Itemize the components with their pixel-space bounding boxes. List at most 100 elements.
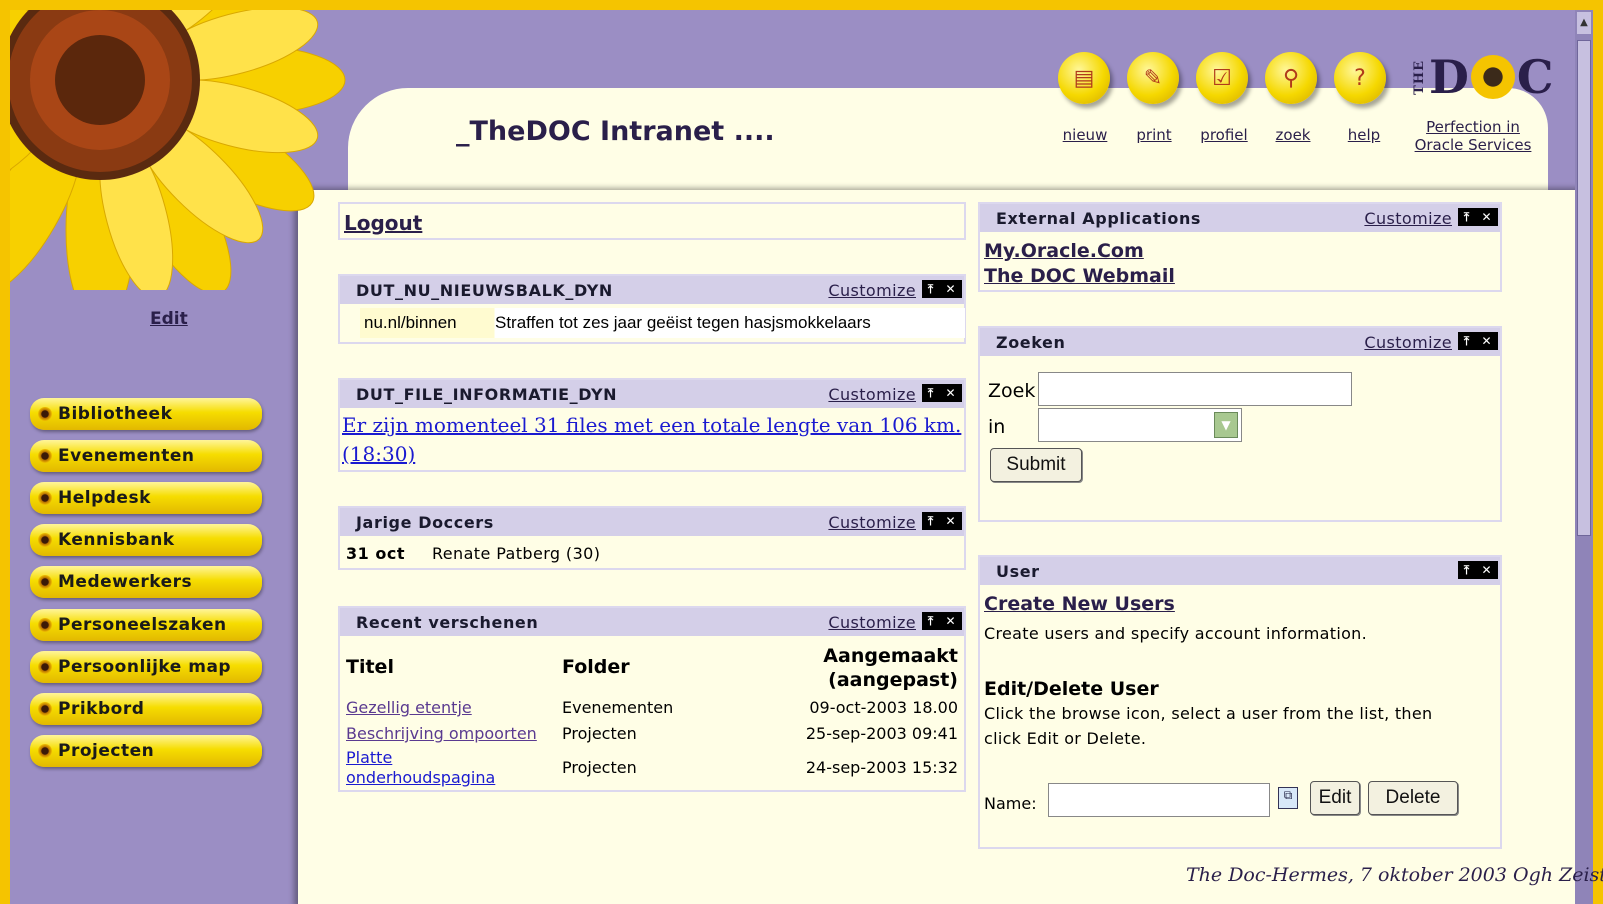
recent-title-link[interactable]: Gezellig etentje	[346, 698, 472, 717]
minimize-icon[interactable]: ⤒	[1464, 210, 1470, 225]
traffic-info-text: Er zijn momenteel 31 files met een total…	[342, 413, 962, 437]
recent-portlet: Recent verschenen Customize ⤒ ✕ Titel Fol…	[338, 606, 966, 792]
chevron-down-icon[interactable]: ▼	[1214, 412, 1238, 438]
help-glyph: ?	[1354, 65, 1366, 91]
sunflower-bullet-icon	[38, 618, 52, 632]
print-icon[interactable]: ✎	[1127, 52, 1179, 104]
search-icon[interactable]: ⚲	[1265, 52, 1317, 104]
logo-tagline-link[interactable]: Perfection in Oracle Services	[1405, 118, 1541, 154]
nav-link-profiel[interactable]: profiel	[1196, 126, 1252, 144]
logo-tagline-2: Oracle Services	[1414, 136, 1532, 154]
news-headline[interactable]: Straffen tot zes jaar geëist tegen hasjs…	[495, 308, 965, 338]
submit-button[interactable]: Submit	[990, 448, 1082, 482]
sidebar-item-personeelszaken[interactable]: Personeelszaken	[30, 609, 262, 641]
my-oracle-link[interactable]: My.Oracle.Com	[984, 240, 1144, 262]
user-name-input[interactable]	[1048, 783, 1270, 817]
search-portlet: Zoeken Customize ⤒ ✕ Zoek in ▼ Submit	[978, 326, 1502, 522]
nav-link-nieuw[interactable]: nieuw	[1060, 126, 1110, 144]
profile-icon[interactable]: ☑	[1196, 52, 1248, 104]
close-icon[interactable]: ✕	[1481, 334, 1492, 348]
sidebar-item-label: Evenementen	[58, 446, 195, 466]
customize-link[interactable]: Customize	[1364, 209, 1452, 228]
search-input[interactable]	[1038, 372, 1352, 406]
sidebar-item-medewerkers[interactable]: Medewerkers	[30, 566, 262, 598]
edit-sidebar-link[interactable]: Edit	[150, 309, 188, 329]
edit-delete-description-2: click Edit or Delete.	[984, 729, 1147, 748]
close-icon[interactable]: ✕	[945, 614, 956, 628]
portlet-title: DUT_FILE_INFORMATIE_DYN	[356, 384, 618, 404]
column-header-created-2: (aangepast)	[828, 669, 958, 691]
nav-link-zoek[interactable]: zoek	[1270, 126, 1316, 144]
traffic-info-link[interactable]: Er zijn momenteel 31 files met een total…	[342, 411, 962, 469]
sunflower-bullet-icon	[38, 491, 52, 505]
minimize-icon[interactable]: ⤒	[1464, 563, 1470, 578]
sunflower-bullet-icon	[38, 702, 52, 716]
sidebar-item-helpdesk[interactable]: Helpdesk	[30, 482, 262, 514]
external-apps-portlet: External Applications Customize ⤒ ✕ My.Or…	[978, 202, 1502, 292]
vertical-scrollbar[interactable]: ▲	[1575, 10, 1593, 904]
logo-d: D	[1429, 50, 1469, 104]
sidebar-item-label: Prikbord	[58, 699, 145, 719]
logout-link[interactable]: Logout	[344, 211, 422, 235]
recent-folder: Evenementen	[562, 698, 674, 717]
close-icon[interactable]: ✕	[945, 282, 956, 296]
minimize-icon[interactable]: ⤒	[1464, 334, 1470, 349]
help-icon[interactable]: ?	[1334, 52, 1386, 104]
close-icon[interactable]: ✕	[945, 514, 956, 528]
recent-title-link[interactable]: Beschrijving ompoorten	[346, 724, 537, 743]
sidebar-item-label: Personeelszaken	[58, 615, 227, 635]
page-title: _TheDOC Intranet ....	[456, 116, 775, 147]
recent-title-link[interactable]: Platte onderhoudspagina	[346, 748, 495, 788]
sidebar-item-projecten[interactable]: Projecten	[30, 735, 262, 767]
minimize-icon[interactable]: ⤒	[928, 386, 934, 401]
customize-link[interactable]: Customize	[828, 385, 916, 404]
sunflower-bullet-icon	[38, 744, 52, 758]
minimize-icon[interactable]: ⤒	[928, 282, 934, 297]
browse-icon[interactable]: ⧉	[1278, 787, 1298, 809]
column-header-title: Titel	[346, 656, 394, 678]
thedoc-logo[interactable]: THE D C	[1412, 54, 1554, 100]
portlet-title: DUT_NU_NIEUWSBALK_DYN	[356, 280, 613, 300]
scroll-up-arrow-icon[interactable]: ▲	[1577, 12, 1591, 34]
portlet-controls: ⤒ ✕	[922, 612, 962, 630]
sidebar-item-bibliotheek[interactable]: Bibliotheek	[30, 398, 262, 430]
sidebar-item-label: Projecten	[58, 741, 155, 761]
traffic-info-time: (18:30)	[342, 442, 416, 466]
sidebar-item-label: Helpdesk	[58, 488, 151, 508]
minimize-icon[interactable]: ⤒	[928, 614, 934, 629]
delete-button[interactable]: Delete	[1368, 781, 1458, 815]
create-users-link[interactable]: Create New Users	[984, 593, 1175, 615]
recent-folder: Projecten	[562, 724, 637, 743]
sidebar-item-persoonlijke-map[interactable]: Persoonlijke map	[30, 651, 262, 683]
sidebar-item-kennisbank[interactable]: Kennisbank	[30, 524, 262, 556]
birthdays-portlet: Jarige Doccers Customize ⤒ ✕ 31 oct Renat…	[338, 506, 966, 570]
sidebar-item-label: Bibliotheek	[58, 404, 173, 424]
edit-button[interactable]: Edit	[1310, 781, 1360, 815]
customize-link[interactable]: Customize	[828, 281, 916, 300]
close-icon[interactable]: ✕	[945, 386, 956, 400]
sunflower-bullet-icon	[38, 575, 52, 589]
edit-delete-description-1: Click the browse icon, select a user fro…	[984, 704, 1433, 723]
footer-text: The Doc-Hermes, 7 oktober 2003 Ogh Zeist	[1186, 864, 1603, 886]
close-icon[interactable]: ✕	[1481, 563, 1492, 577]
customize-link[interactable]: Customize	[1364, 333, 1452, 352]
zoek-label: Zoek	[988, 380, 1036, 402]
logo-tagline-1: Perfection in	[1426, 118, 1520, 136]
search-scope-select[interactable]: ▼	[1038, 408, 1242, 442]
webmail-link[interactable]: The DOC Webmail	[984, 265, 1175, 287]
in-label: in	[988, 416, 1006, 438]
minimize-icon[interactable]: ⤒	[928, 514, 934, 529]
sunflower-image	[10, 10, 346, 290]
nav-link-help[interactable]: help	[1342, 126, 1386, 144]
scroll-thumb[interactable]	[1577, 40, 1591, 536]
sidebar-item-prikbord[interactable]: Prikbord	[30, 693, 262, 725]
column-header-created-1: Aangemaakt	[823, 645, 958, 667]
customize-link[interactable]: Customize	[828, 513, 916, 532]
nav-link-print[interactable]: print	[1130, 126, 1178, 144]
user-portlet: User ⤒ ✕ Create New Users Create users an…	[978, 555, 1502, 849]
close-icon[interactable]: ✕	[1481, 210, 1492, 224]
customize-link[interactable]: Customize	[828, 613, 916, 632]
file-info-portlet: DUT_FILE_INFORMATIE_DYN Customize ⤒ ✕ Er …	[338, 378, 966, 472]
sidebar-item-evenementen[interactable]: Evenementen	[30, 440, 262, 472]
new-document-icon[interactable]: ▤	[1058, 52, 1110, 104]
